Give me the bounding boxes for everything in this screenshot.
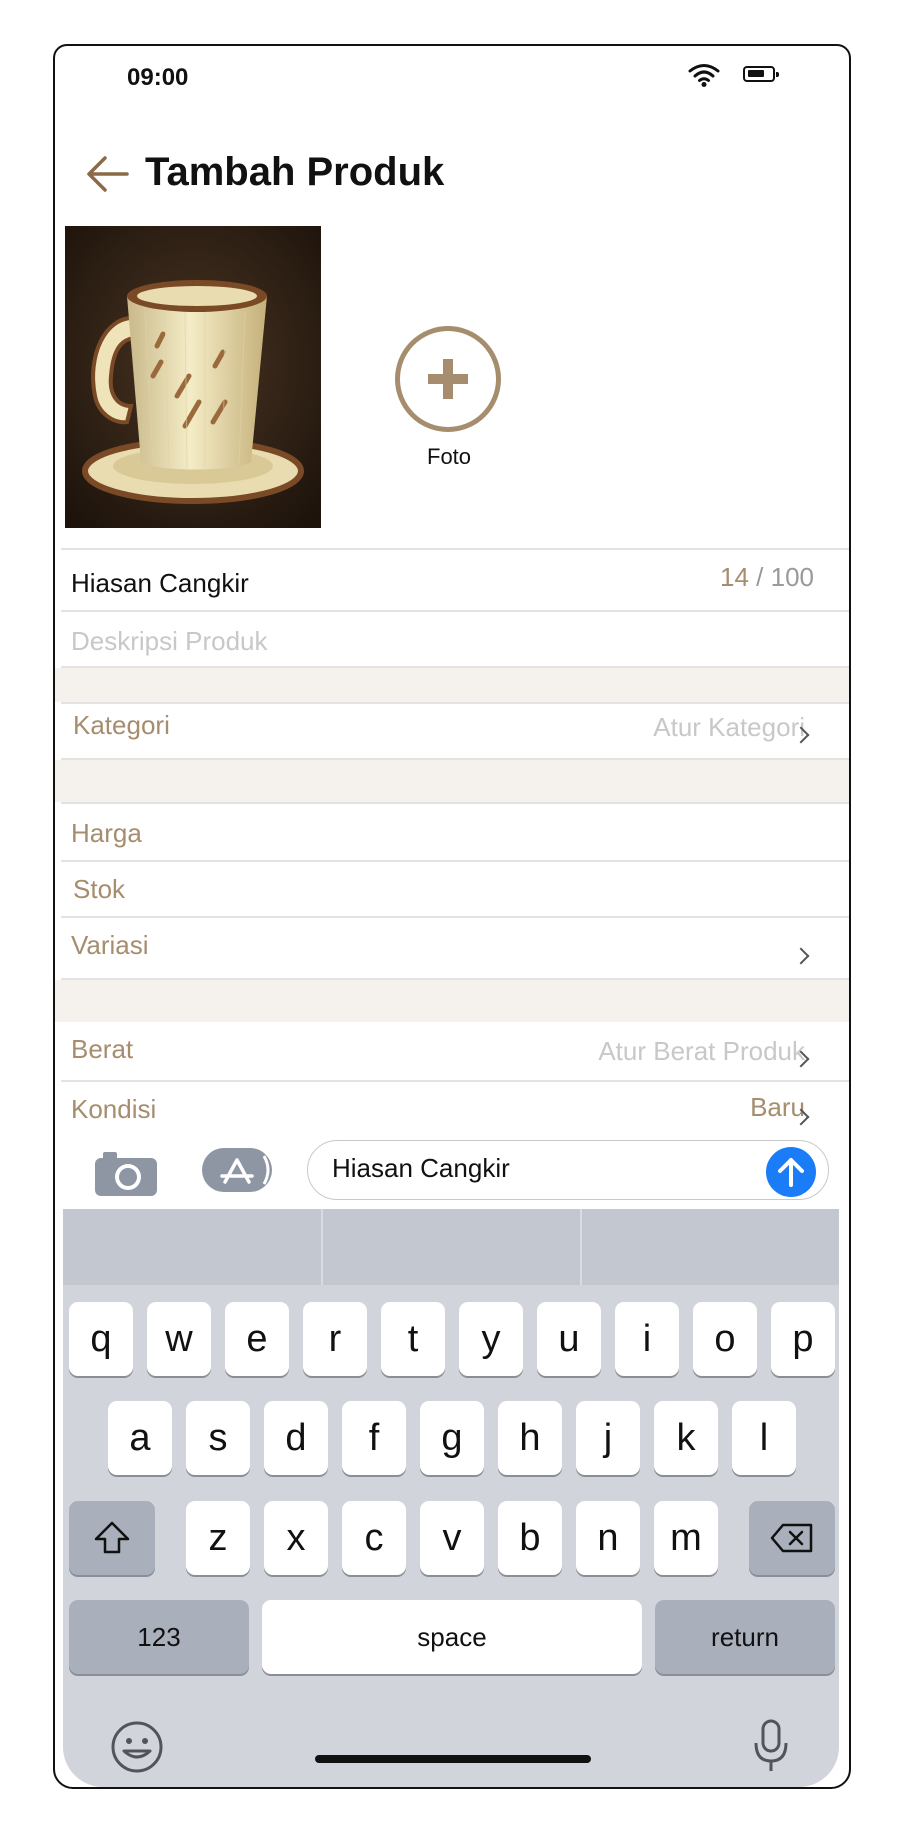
return-key[interactable]: return <box>655 1600 835 1674</box>
app-store-icon[interactable] <box>202 1148 272 1192</box>
cup-image <box>65 226 321 528</box>
key-t[interactable]: t <box>381 1302 445 1376</box>
condition-label: Kondisi <box>71 1094 157 1124</box>
name-char-count: 14 <box>720 562 749 592</box>
key-l[interactable]: l <box>732 1401 796 1475</box>
key-h[interactable]: h <box>498 1401 562 1475</box>
stock-field[interactable]: Stok <box>73 874 125 905</box>
divider <box>61 860 849 862</box>
key-v[interactable]: v <box>420 1501 484 1575</box>
add-photo-label: Foto <box>427 444 472 469</box>
phone-frame: 09:00 Tambah Produk Foto Hiasan Cangkir … <box>53 44 851 1789</box>
status-time: 09:00 <box>127 64 189 91</box>
section-separator <box>55 980 849 1022</box>
key-b[interactable]: b <box>498 1501 562 1575</box>
name-char-max: 100 <box>770 562 815 592</box>
message-input[interactable]: Hiasan Cangkir <box>307 1140 829 1200</box>
shift-icon <box>94 1521 130 1554</box>
key-c[interactable]: c <box>342 1501 406 1575</box>
product-photo[interactable] <box>65 226 321 528</box>
key-e[interactable]: e <box>225 1302 289 1376</box>
add-photo-button[interactable] <box>395 326 501 432</box>
key-d[interactable]: d <box>264 1401 328 1475</box>
weight-label: Berat <box>71 1034 134 1064</box>
shift-key[interactable] <box>69 1501 155 1575</box>
divider <box>61 802 849 804</box>
backspace-key[interactable] <box>749 1501 835 1575</box>
suggestion-slot[interactable] <box>581 1209 839 1285</box>
key-i[interactable]: i <box>615 1302 679 1376</box>
divider <box>61 916 849 918</box>
key-f[interactable]: f <box>342 1401 406 1475</box>
key-u[interactable]: u <box>537 1302 601 1376</box>
backspace-icon <box>770 1523 813 1553</box>
wifi-icon <box>688 64 720 87</box>
key-x[interactable]: x <box>264 1501 328 1575</box>
key-k[interactable]: k <box>654 1401 718 1475</box>
numbers-key[interactable]: 123 <box>69 1600 249 1674</box>
weight-value: Atur Berat Produk <box>598 1036 805 1066</box>
key-q[interactable]: q <box>69 1302 133 1376</box>
arrow-up-icon <box>778 1158 804 1187</box>
send-button[interactable] <box>766 1147 816 1197</box>
page-title: Tambah Produk <box>145 150 445 194</box>
chevron-right-icon <box>792 947 810 965</box>
battery-icon <box>743 66 779 82</box>
divider <box>61 666 849 668</box>
section-separator <box>55 668 849 702</box>
variation-label: Variasi <box>71 930 149 960</box>
suggestion-slot[interactable] <box>322 1209 580 1285</box>
divider <box>61 1080 849 1082</box>
divider <box>61 702 849 704</box>
description-field[interactable]: Deskripsi Produk <box>71 626 268 657</box>
key-j[interactable]: j <box>576 1401 640 1475</box>
key-g[interactable]: g <box>420 1401 484 1475</box>
key-m[interactable]: m <box>654 1501 718 1575</box>
key-w[interactable]: w <box>147 1302 211 1376</box>
section-separator <box>55 760 849 802</box>
divider <box>61 548 849 550</box>
price-field[interactable]: Harga <box>71 818 142 849</box>
product-name-field[interactable]: Hiasan Cangkir <box>71 568 249 599</box>
key-p[interactable]: p <box>771 1302 835 1376</box>
name-char-counter: 14 / 100 <box>720 562 814 593</box>
emoji-icon[interactable] <box>109 1719 165 1775</box>
key-y[interactable]: y <box>459 1302 523 1376</box>
key-a[interactable]: a <box>108 1401 172 1475</box>
category-label: Kategori <box>73 710 170 740</box>
keyboard: q w e r t y u i o p a s d f g h j k l z … <box>63 1209 839 1787</box>
name-char-sep: / <box>756 562 764 592</box>
divider <box>61 610 849 612</box>
key-n[interactable]: n <box>576 1501 640 1575</box>
key-z[interactable]: z <box>186 1501 250 1575</box>
message-text: Hiasan Cangkir <box>332 1153 510 1183</box>
key-s[interactable]: s <box>186 1401 250 1475</box>
key-r[interactable]: r <box>303 1302 367 1376</box>
microphone-icon[interactable] <box>751 1717 791 1777</box>
space-key[interactable]: space <box>262 1600 642 1674</box>
back-arrow-icon[interactable] <box>85 154 131 194</box>
category-value: Atur Kategori <box>653 712 805 742</box>
suggestion-slot[interactable] <box>63 1209 321 1285</box>
camera-icon[interactable] <box>93 1150 159 1198</box>
key-o[interactable]: o <box>693 1302 757 1376</box>
home-indicator <box>315 1755 591 1763</box>
